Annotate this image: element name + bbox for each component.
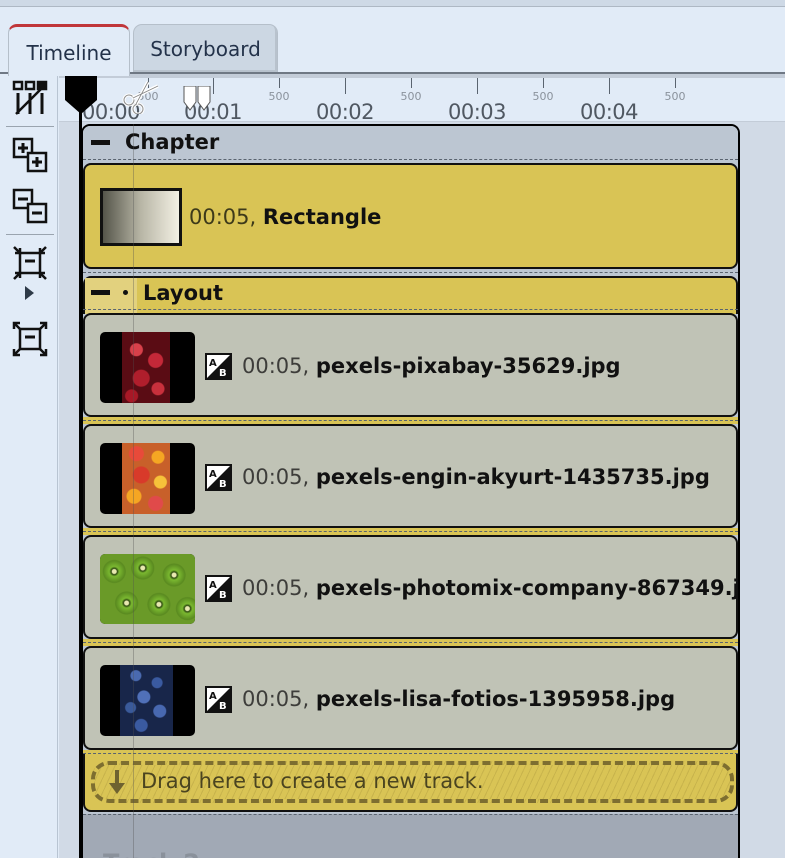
collapse-all-icon: [12, 188, 48, 224]
window-top-strip: [0, 0, 785, 7]
ruler-tick: [213, 78, 214, 94]
ruler-tick: [411, 78, 412, 88]
dropzone-border: Drag here to create a new track.: [91, 761, 734, 803]
clip-name: pexels-engin-akyurt-1435735.jpg: [315, 465, 710, 489]
transition-ab-icon[interactable]: AB: [205, 686, 232, 713]
layout-bullet-icon: [123, 290, 128, 295]
chapter-header[interactable]: Chapter: [83, 126, 738, 160]
down-arrow-icon: [109, 770, 125, 794]
ruler-label: 00:02: [315, 100, 375, 124]
clip-title: 00:05, pexels-engin-akyurt-1435735.jpg: [242, 465, 710, 489]
toolbar-separator: [6, 234, 54, 235]
image-clip[interactable]: AB 00:05, pexels-pixabay-35629.jpg: [83, 313, 738, 417]
collapse-layout-icon[interactable]: [91, 290, 110, 295]
transition-ab-icon[interactable]: AB: [205, 353, 232, 380]
svg-text:B: B: [219, 701, 227, 711]
tab-storyboard-label: Storyboard: [150, 36, 261, 61]
ruler-tick: [345, 78, 346, 94]
ruler-sub-label: 500: [664, 90, 686, 103]
ruler-tick: [477, 78, 478, 94]
playhead-handle-icon[interactable]: [64, 74, 98, 116]
clip-name: Rectangle: [262, 205, 382, 229]
image-clip[interactable]: AB 00:05, pexels-photomix-company-867349…: [83, 535, 738, 639]
ruler-tick: [543, 78, 544, 88]
svg-text:B: B: [219, 368, 227, 378]
image-clip[interactable]: AB 00:05, pexels-engin-akyurt-1435735.jp…: [83, 424, 738, 528]
svg-text:A: A: [209, 469, 217, 480]
tab-timeline[interactable]: Timeline: [8, 24, 130, 76]
split-tracks-icon: [12, 80, 48, 115]
ruler-tick: [279, 78, 280, 88]
marker-icon[interactable]: [183, 86, 213, 112]
clip-thumbnail-kiwi: [100, 554, 195, 624]
clip-duration: 00:05,: [242, 354, 310, 378]
ruler-sub-label: 500: [400, 90, 422, 103]
ruler-tick: [609, 78, 610, 94]
scissors-cut-icon[interactable]: [120, 80, 162, 114]
ruler-tick: [675, 78, 676, 88]
expand-icon: [12, 321, 48, 357]
svg-text:B: B: [219, 479, 227, 489]
track-separator: [83, 420, 738, 421]
clip-duration: 00:05,: [242, 465, 310, 489]
track-2-label: Track 2: [103, 849, 200, 858]
playhead-line[interactable]: [79, 74, 82, 858]
track-2[interactable]: Track 2: [83, 814, 738, 858]
toolbar-separator: [6, 126, 54, 127]
track-separator: [83, 272, 738, 273]
tab-storyboard[interactable]: Storyboard: [133, 24, 278, 72]
collapse-all-button[interactable]: [10, 186, 50, 226]
layout-label: Layout: [143, 281, 224, 305]
clip-name: pexels-photomix-company-867349.jpg: [315, 576, 740, 600]
time-ruler[interactable]: 500 500 500 500 500 00:00 00:01 00:02 00…: [59, 74, 785, 124]
split-tracks-button[interactable]: [10, 78, 50, 118]
clip-name: pexels-pixabay-35629.jpg: [315, 354, 621, 378]
expand-all-icon: [12, 137, 48, 173]
svg-text:B: B: [219, 590, 227, 600]
clip-duration: 00:05,: [189, 205, 257, 229]
expand-timeline-button[interactable]: [10, 319, 50, 359]
track-separator: [83, 531, 738, 532]
expand-all-button[interactable]: [10, 135, 50, 175]
svg-text:A: A: [209, 691, 217, 702]
clip-title: 00:05, pexels-pixabay-35629.jpg: [242, 354, 621, 378]
track-separator: [83, 309, 738, 310]
clip-name: pexels-lisa-fotios-1395958.jpg: [315, 687, 676, 711]
clip-thumbnail-cherries: [100, 332, 195, 403]
transition-ab-icon[interactable]: AB: [205, 575, 232, 602]
timeline-lane: Chapter 00:05, Rectangle Layout AB 00:05…: [81, 124, 740, 858]
clip-title: 00:05, Rectangle: [189, 205, 381, 229]
ruler-sub-label: 500: [532, 90, 554, 103]
clip-title: 00:05, pexels-lisa-fotios-1395958.jpg: [242, 687, 675, 711]
rectangle-thumbnail: [100, 188, 182, 246]
clip-thumbnail-citrus: [100, 443, 195, 514]
compress-timeline-button[interactable]: [10, 243, 50, 283]
track-separator: [83, 642, 738, 643]
clip-duration: 00:05,: [242, 576, 310, 600]
ruler-label: 00:04: [579, 100, 639, 124]
ruler-label: 00:03: [447, 100, 507, 124]
clip-duration: 00:05,: [242, 687, 310, 711]
svg-text:A: A: [209, 580, 217, 591]
timeline-toolbar: [0, 74, 58, 858]
collapse-chapter-icon[interactable]: [91, 140, 110, 145]
mouse-cursor-line: [133, 124, 134, 858]
dropzone-label: Drag here to create a new track.: [141, 769, 484, 793]
tab-timeline-label: Timeline: [26, 40, 112, 65]
more-options-arrow-icon[interactable]: [25, 286, 34, 300]
clip-title: 00:05, pexels-photomix-company-867349.jp…: [242, 576, 740, 600]
ruler-sub-label: 500: [268, 90, 290, 103]
chapter-clip-rectangle[interactable]: 00:05, Rectangle: [83, 163, 738, 269]
transition-ab-icon[interactable]: AB: [205, 464, 232, 491]
chapter-label: Chapter: [125, 130, 220, 154]
new-track-dropzone[interactable]: Drag here to create a new track.: [83, 754, 738, 812]
image-clip[interactable]: AB 00:05, pexels-lisa-fotios-1395958.jpg: [83, 646, 738, 750]
compress-icon: [13, 246, 47, 280]
svg-text:A: A: [209, 358, 217, 369]
clip-thumbnail-blueberries: [100, 665, 195, 736]
